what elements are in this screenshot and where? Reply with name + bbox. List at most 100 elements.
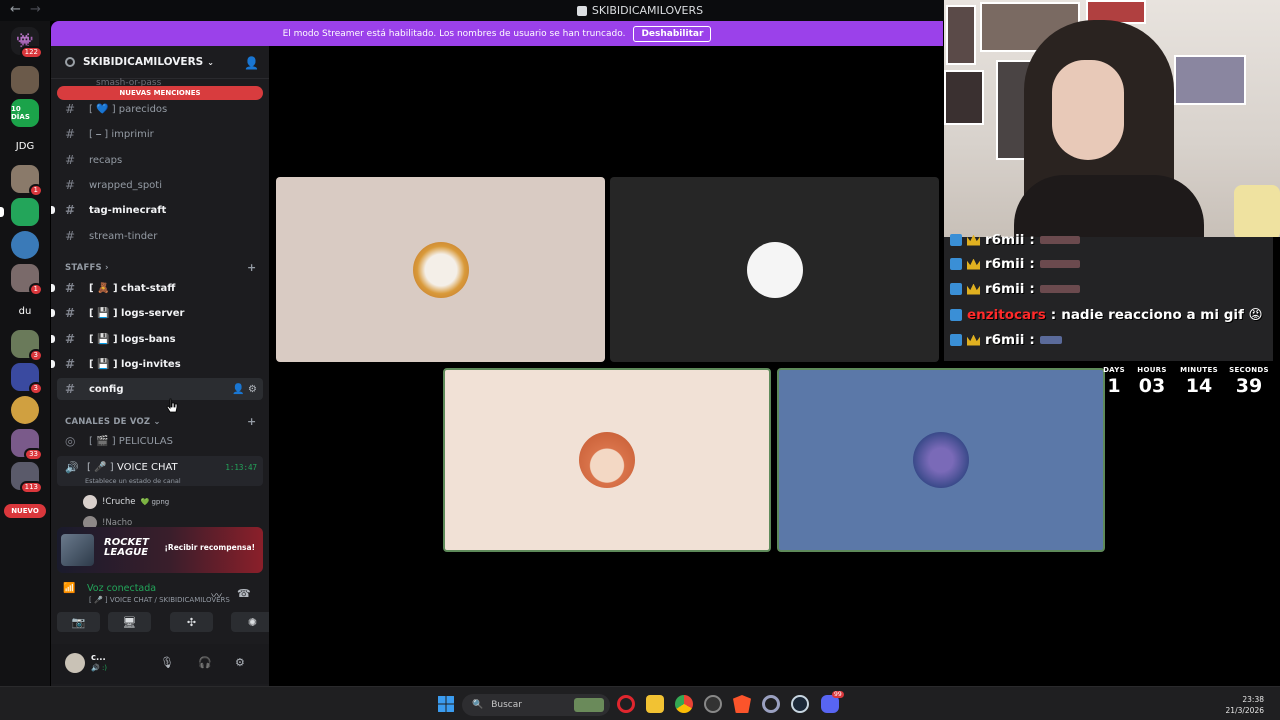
hash-icon: #: [65, 153, 76, 167]
headphones-icon[interactable]: 🎧: [198, 656, 212, 669]
server-icon-10[interactable]: 3: [11, 363, 43, 395]
home-button[interactable]: 👾 122: [11, 27, 43, 59]
channel-log-invites[interactable]: #[ 💾 ] log-invites: [51, 353, 263, 375]
add-channel-icon[interactable]: +: [247, 415, 256, 428]
channel-recaps[interactable]: # recaps: [57, 149, 263, 171]
server-icon-jdg[interactable]: JDG: [11, 132, 39, 160]
server-icon-10dias[interactable]: 10 DÍAS: [11, 99, 39, 127]
channel-parecidos[interactable]: #[ 💙 ] parecidos: [57, 98, 263, 120]
chevron-down-icon: ⌄: [207, 57, 214, 67]
wall-poster: [946, 5, 976, 65]
noise-suppression-icon[interactable]: 〰: [211, 587, 222, 603]
participant-tile[interactable]: [610, 177, 939, 362]
server-icon-7[interactable]: 1: [11, 264, 43, 296]
server-icon-9[interactable]: 3: [11, 330, 43, 362]
search-highlight-image: [574, 698, 604, 712]
back-arrow-icon[interactable]: ←: [10, 2, 21, 17]
disable-streamer-button[interactable]: Deshabilitar: [633, 25, 712, 42]
soundboard-icon: ✺: [247, 615, 258, 629]
opera-icon[interactable]: [617, 695, 635, 713]
camera-off-button[interactable]: 📷: [57, 612, 100, 632]
channel-config[interactable]: # config 👤 ⚙: [57, 378, 263, 400]
voice-connected-label[interactable]: 📶 Voz conectada: [57, 583, 156, 594]
file-explorer-icon[interactable]: [646, 695, 664, 713]
channel-imprimir[interactable]: #[ ⎯ ] imprimir: [57, 123, 263, 145]
channel-settings-icon[interactable]: 👤 ⚙: [232, 384, 257, 395]
brave-icon[interactable]: [733, 695, 751, 713]
user-avatar[interactable]: [65, 653, 85, 673]
channel-wrapped-spoti[interactable]: # wrapped_spoti: [57, 174, 263, 196]
window-title: SKIBIDICAMILOVERS: [591, 4, 704, 17]
user-name: c...: [91, 653, 106, 663]
server-icon-12[interactable]: 33: [11, 429, 43, 461]
participant-tile[interactable]: [276, 177, 605, 362]
channel-sidebar: SKIBIDICAMILOVERS ⌄ 👤 smash-or-pass NUEV…: [51, 46, 274, 686]
server-icon-11[interactable]: [11, 396, 39, 424]
claim-reward-button[interactable]: ¡Recibir recompensa!: [165, 543, 256, 552]
server-icon-du[interactable]: du: [11, 297, 39, 325]
ccleaner-icon[interactable]: [762, 695, 780, 713]
server-icon-6[interactable]: [11, 231, 39, 259]
screen-share-button[interactable]: 🖥: [108, 612, 151, 632]
crown-icon: [967, 283, 980, 295]
channel-stream-tinder[interactable]: # stream-tinder: [57, 225, 263, 247]
promo-thumbnail: [61, 534, 94, 566]
channel-peliculas[interactable]: ◎[ 🎬 ] PELICULAS: [57, 430, 263, 452]
participant-tile-speaking[interactable]: [777, 368, 1105, 552]
taskbar-search[interactable]: 🔍 Buscar: [462, 694, 610, 716]
channel-logs-server[interactable]: #[ 💾 ] logs-server: [51, 302, 263, 324]
category-staffs[interactable]: STAFFS › +: [65, 261, 256, 274]
emote-icon: [1039, 236, 1080, 244]
system-clock[interactable]: 23:38 21/3/2026: [1226, 694, 1264, 716]
crown-icon: [967, 234, 980, 246]
hash-icon: #: [65, 382, 76, 396]
steam-icon[interactable]: [791, 695, 809, 713]
activities-button[interactable]: ✣: [170, 612, 213, 632]
voice-stage: [269, 46, 1105, 686]
participant-avatar: [913, 432, 969, 488]
participant-avatar: [746, 241, 803, 298]
server-icon-5[interactable]: [0, 198, 39, 226]
new-servers-pill[interactable]: NUEVO: [4, 504, 46, 518]
promo-card[interactable]: ROCKET LEAGUE ¡Recibir recompensa!: [57, 527, 263, 573]
badge-icon: [950, 283, 962, 295]
signal-icon: 📶: [63, 583, 76, 594]
server-icon-13[interactable]: 113: [11, 462, 43, 494]
server-icon-1[interactable]: [11, 66, 39, 94]
search-icon: 🔍: [472, 700, 484, 710]
windows-start-icon[interactable]: [437, 695, 455, 713]
promo-title: ROCKET LEAGUE: [104, 537, 149, 558]
guild-header[interactable]: SKIBIDICAMILOVERS ⌄ 👤: [51, 46, 269, 79]
chat-message: r6mii :: [950, 278, 1080, 300]
channel-chat-staff[interactable]: #[ 🧸 ] chat-staff: [51, 277, 263, 299]
soundboard-button[interactable]: ✺: [231, 612, 274, 632]
emote-icon: [1039, 285, 1080, 293]
streamer-mode-banner: El modo Streamer está habilitado. Los no…: [51, 21, 943, 46]
server-icon-4[interactable]: 1: [11, 165, 43, 197]
countdown-hours: HOURS 03: [1137, 366, 1167, 397]
hash-icon: #: [65, 229, 76, 243]
microphone-icon[interactable]: 🎙: [160, 656, 174, 669]
participant-tile-speaking[interactable]: [443, 368, 771, 552]
channel-logs-bans[interactable]: #[ 💾 ] logs-bans: [51, 328, 263, 350]
user-status: 🔊 :): [91, 664, 108, 672]
add-member-icon[interactable]: 👤: [244, 56, 259, 70]
channel-status-hint[interactable]: Establece un estado de canal: [85, 477, 181, 485]
voice-member[interactable]: !Cruche 💚 gpng: [83, 495, 169, 509]
gear-icon[interactable]: ⚙: [235, 656, 245, 669]
add-channel-icon[interactable]: +: [247, 261, 256, 274]
hash-icon: #: [65, 281, 76, 295]
category-voice-channels[interactable]: CANALES DE VOZ ⌄ +: [65, 415, 256, 428]
obs-icon[interactable]: [704, 695, 722, 713]
channel-tag-minecraft[interactable]: # tag-minecraft: [51, 199, 263, 221]
hash-icon: #: [65, 178, 76, 192]
voice-channel-active[interactable]: 🔊 [ 🎤 ] VOICE CHAT 1:13:47 Establece un …: [57, 456, 263, 486]
forward-arrow-icon[interactable]: →: [30, 2, 41, 17]
hash-icon: #: [65, 203, 76, 217]
chrome-icon[interactable]: [675, 695, 693, 713]
disconnect-icon[interactable]: ☎: [237, 587, 251, 600]
server-rail: 👾 122 10 DÍAS JDG 1 1 du 3 3 33 113 NUEV…: [0, 21, 50, 686]
crown-icon: [967, 334, 980, 346]
windows-taskbar: 🔍 Buscar 99 23:38 21/3/2026: [0, 686, 1280, 720]
home-badge: 122: [19, 46, 43, 59]
